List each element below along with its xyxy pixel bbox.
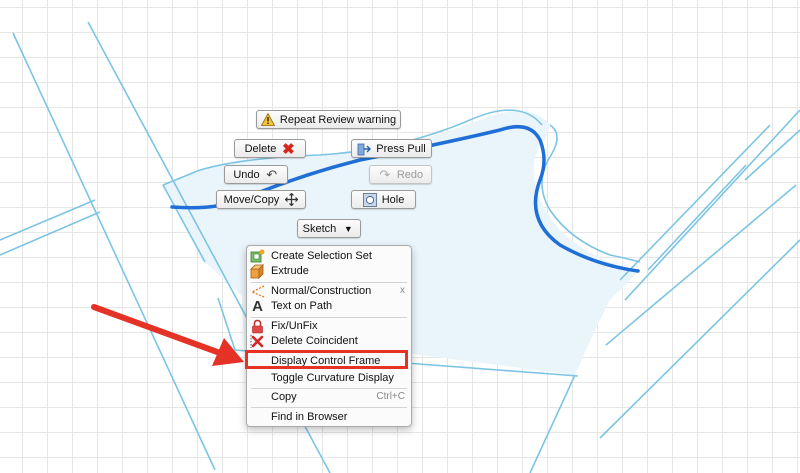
extrude-icon <box>250 264 265 279</box>
redo-label: Redo <box>396 168 424 181</box>
dropdown-triangle-icon: ▼ <box>343 223 353 234</box>
sketch-label: Sketch <box>302 222 337 235</box>
sketch-dropdown-button[interactable]: Sketch ▼ <box>297 219 361 238</box>
move-copy-button[interactable]: Move/Copy <box>216 190 306 209</box>
delete-x-icon: ✖ <box>282 140 295 158</box>
menu-item-delete-coincident[interactable]: Delete Coincident <box>247 333 411 350</box>
warning-icon <box>260 113 275 127</box>
menu-item-toggle-curvature-display[interactable]: Toggle Curvature Display <box>247 370 411 387</box>
move-copy-label: Move/Copy <box>223 193 280 206</box>
annotation-highlight-box <box>245 350 408 369</box>
undo-button[interactable]: Undo ↶ <box>224 165 288 184</box>
delete-coincident-icon <box>250 334 265 349</box>
undo-arrow-icon: ↶ <box>266 166 278 182</box>
menu-separator <box>251 407 407 408</box>
menu-item-text-on-path[interactable]: A Text on Path <box>247 298 411 315</box>
redo-button[interactable]: ↷ Redo <box>369 165 432 184</box>
annotation-arrow <box>91 304 244 366</box>
hole-icon <box>362 192 377 207</box>
undo-label: Undo <box>233 168 260 181</box>
context-menu: Create Selection Set Extrude Normal/Cons… <box>246 245 412 427</box>
delete-label: Delete <box>244 142 277 155</box>
hole-label: Hole <box>381 193 405 206</box>
selection-set-icon <box>250 249 265 264</box>
sketch-line-left-short[interactable] <box>0 199 101 256</box>
redo-arrow-icon: ↷ <box>379 166 391 182</box>
lock-icon <box>250 319 265 334</box>
delete-button[interactable]: Delete ✖ <box>234 139 306 158</box>
move-arrows-icon <box>284 193 298 207</box>
construction-icon <box>250 284 265 299</box>
repeat-review-warning-label: Repeat Review warning <box>279 113 397 126</box>
menu-item-find-in-browser[interactable]: Find in Browser <box>247 409 411 426</box>
repeat-review-warning-button[interactable]: Repeat Review warning <box>256 110 401 129</box>
text-on-path-icon: A <box>252 298 263 315</box>
menu-item-extrude[interactable]: Extrude <box>247 263 411 280</box>
menu-item-copy[interactable]: Copy Ctrl+C <box>247 389 411 406</box>
hole-button[interactable]: Hole <box>351 190 416 209</box>
press-pull-button[interactable]: Press Pull <box>351 139 432 158</box>
press-pull-label: Press Pull <box>376 142 426 155</box>
press-pull-icon <box>357 142 372 156</box>
